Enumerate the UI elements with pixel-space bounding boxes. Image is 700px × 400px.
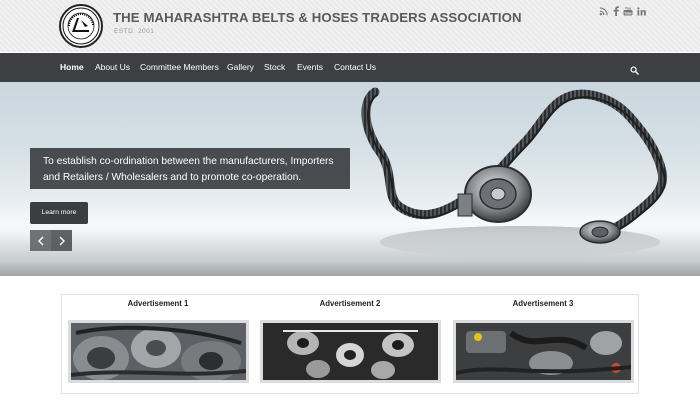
association-logo[interactable] <box>59 4 103 48</box>
advertisement-card: Advertisement 2 <box>254 295 446 395</box>
hero-slider: To establish co-ordination between the m… <box>0 82 700 276</box>
search-icon[interactable] <box>630 62 640 75</box>
advertisement-title: Advertisement 2 <box>319 299 381 308</box>
nav-about-us[interactable]: About Us <box>95 53 130 82</box>
advertisement-image-engine[interactable] <box>260 320 441 383</box>
nav-committee-members[interactable]: Committee Members <box>140 53 219 82</box>
nav-stock[interactable]: Stock <box>264 53 285 82</box>
timing-belt-image <box>361 87 668 258</box>
linkedin-icon[interactable] <box>636 6 646 16</box>
site-established: ESTD. 2001 <box>114 28 155 35</box>
logo-emblem-icon <box>62 7 100 45</box>
svg-text:You: You <box>625 6 632 10</box>
nav-events[interactable]: Events <box>297 53 323 82</box>
advertisement-title: Advertisement 1 <box>127 299 189 308</box>
site-header: THE MAHARASHTRA BELTS & HOSES TRADERS AS… <box>0 0 700 52</box>
advertisement-image-engine-bay[interactable] <box>453 320 634 383</box>
nav-home[interactable]: Home <box>60 53 84 82</box>
advertisement-title: Advertisement 3 <box>512 299 574 308</box>
rss-icon[interactable] <box>598 6 608 16</box>
youtube-icon[interactable]: Tube You <box>623 6 633 16</box>
chevron-right-icon <box>59 236 65 245</box>
advertisements-section: Advertisement 1 Advertisement 2 Advertis… <box>61 294 639 394</box>
learn-more-button[interactable]: Learn more <box>30 202 88 224</box>
site-title[interactable]: THE MAHARASHTRA BELTS & HOSES TRADERS AS… <box>113 10 522 25</box>
nav-gallery[interactable]: Gallery <box>227 53 254 82</box>
advertisement-image-belts[interactable] <box>68 320 249 383</box>
advertisement-card: Advertisement 3 <box>447 295 639 395</box>
hero-caption: To establish co-ordination between the m… <box>30 148 350 189</box>
facebook-icon[interactable] <box>611 6 621 16</box>
slider-next-button[interactable] <box>51 230 72 251</box>
slider-prev-button[interactable] <box>30 230 51 251</box>
main-navigation: Home About Us Committee Members Gallery … <box>0 53 700 82</box>
advertisement-card: Advertisement 1 <box>62 295 254 395</box>
svg-text:Tube: Tube <box>624 11 632 15</box>
nav-contact-us[interactable]: Contact Us <box>334 53 376 82</box>
chevron-left-icon <box>37 236 43 245</box>
